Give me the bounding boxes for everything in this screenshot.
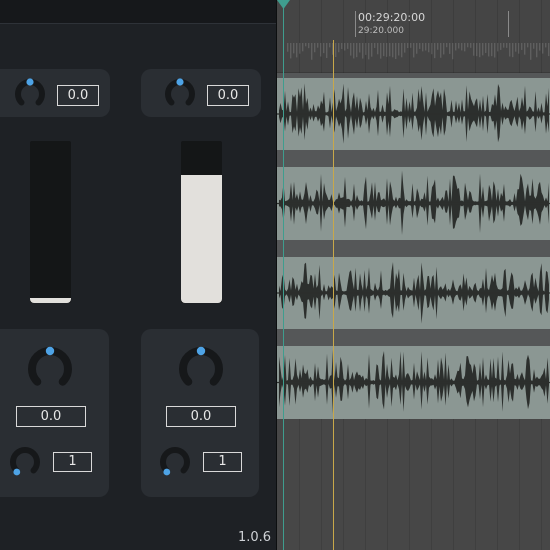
left-input-knob-icon[interactable] [12, 76, 48, 112]
plugin-header-bar [0, 0, 276, 24]
ruler-tick-major [355, 11, 356, 37]
left-fader[interactable] [30, 141, 71, 303]
right-output-value-field[interactable]: 0.0 [166, 406, 236, 427]
right-fader[interactable] [181, 141, 222, 303]
left-output-knob-icon[interactable] [24, 343, 76, 395]
right-output-knob-icon[interactable] [175, 343, 227, 395]
plugin-panel: 0.0 0.0 0.0 1 0.0 1 1.0.6 [0, 0, 276, 550]
waveform-track-2 [277, 170, 550, 235]
playhead-marker-icon[interactable] [277, 0, 291, 12]
version-label: 1.0.6 [238, 530, 272, 545]
audio-clip-track-2[interactable] [277, 167, 550, 240]
edit-cursor-line[interactable] [283, 8, 284, 550]
timeline-area[interactable]: 00:29:20:00 29:20.000 [277, 0, 550, 550]
ruler-overview-strip [287, 43, 550, 60]
audio-clip-track-1[interactable] [277, 78, 550, 150]
right-mode-knob-icon[interactable] [157, 444, 193, 480]
left-fader-level [30, 298, 71, 303]
right-input-knob-icon[interactable] [162, 76, 198, 112]
left-mode-value-field[interactable]: 1 [53, 452, 92, 472]
playhead-line[interactable] [333, 40, 334, 550]
left-mode-knob-icon[interactable] [7, 444, 43, 480]
lane-gap [277, 329, 550, 346]
waveform-track-1 [277, 83, 550, 144]
right-fader-level [181, 175, 222, 303]
lane-gap [277, 150, 550, 167]
left-output-value-field[interactable]: 0.0 [16, 406, 86, 427]
right-input-value-field[interactable]: 0.0 [207, 85, 249, 106]
waveform-track-3 [277, 262, 550, 324]
waveform-track-4 [277, 349, 550, 414]
left-input-value-field[interactable]: 0.0 [57, 85, 99, 106]
lane-gap [277, 240, 550, 257]
timeline-ruler[interactable]: 00:29:20:00 29:20.000 [277, 0, 550, 73]
audio-clip-track-4[interactable] [277, 346, 550, 419]
ruler-tick-major [508, 11, 509, 37]
audio-clip-track-3[interactable] [277, 257, 550, 329]
right-mode-value-field[interactable]: 1 [203, 452, 242, 472]
ruler-timecode: 00:29:20:00 [358, 11, 426, 24]
